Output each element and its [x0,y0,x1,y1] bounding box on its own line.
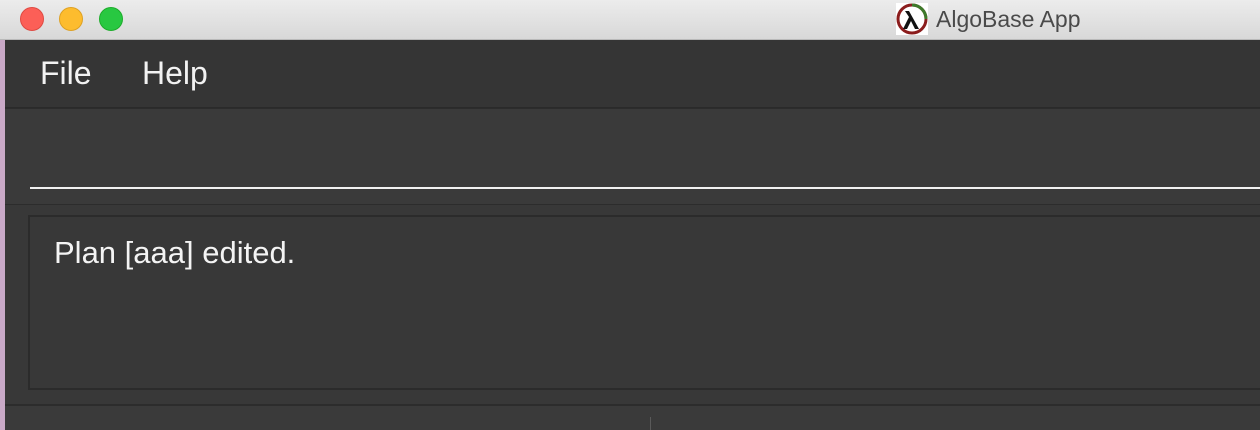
result-display-box[interactable]: Plan [aaa] edited. [28,215,1260,390]
lambda-icon [896,3,928,35]
menu-help[interactable]: Help [142,54,208,92]
menu-bar: File Help [5,40,1260,108]
command-box-panel [5,108,1260,206]
close-window-button[interactable] [20,7,44,31]
app-window: AlgoBase App File Help Plan [aaa] edited… [0,0,1260,430]
status-bar-divider [650,417,651,430]
window-title: AlgoBase App [936,6,1081,32]
maximize-window-button[interactable] [99,7,123,31]
menu-file[interactable]: File [40,54,92,92]
command-input[interactable] [30,149,1260,189]
result-display-panel: Plan [aaa] edited. [5,205,1260,406]
title-bar[interactable]: AlgoBase App [0,0,1260,40]
minimize-window-button[interactable] [59,7,83,31]
status-bar [5,406,1260,430]
result-message: Plan [aaa] edited. [54,235,296,270]
